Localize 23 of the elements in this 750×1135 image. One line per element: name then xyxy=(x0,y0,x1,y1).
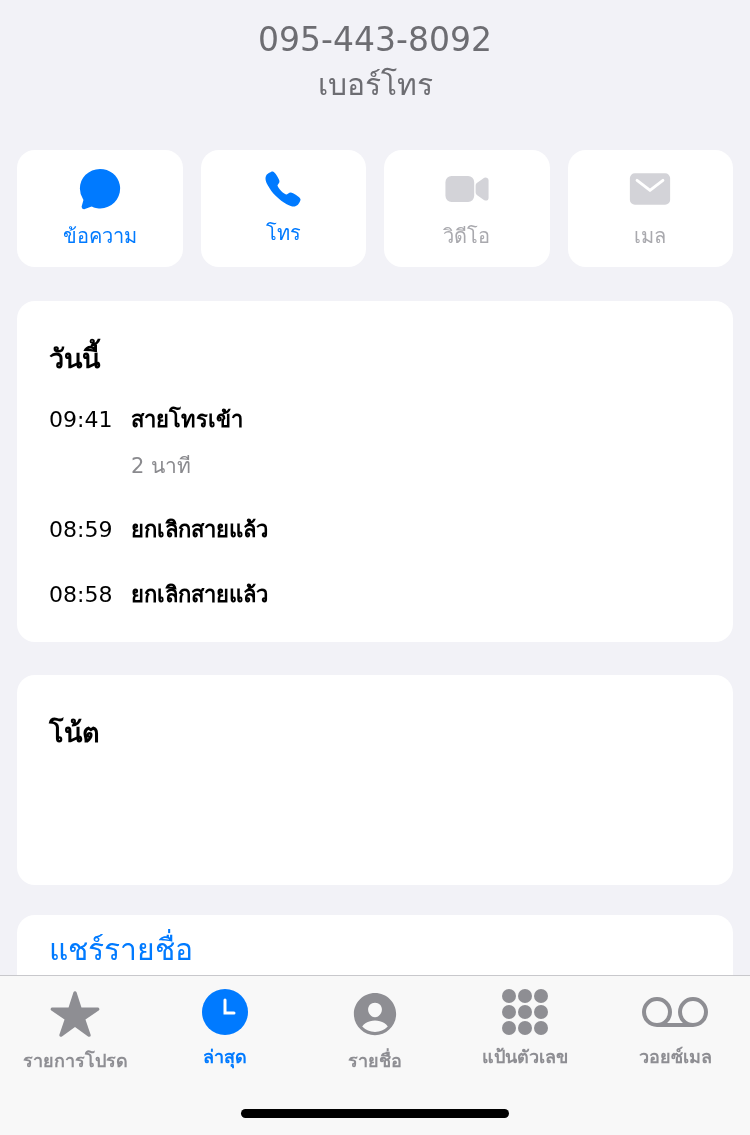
call-time: 08:58 xyxy=(49,582,114,607)
call-type: ยกเลิกสายแล้ว xyxy=(131,516,268,544)
phone-number: 095-443-8092 xyxy=(258,20,492,59)
tab-item[interactable]: รายการโปรด xyxy=(0,988,150,1075)
number-label: เบอร์โทร xyxy=(317,66,433,104)
notes-title: โน้ต xyxy=(49,716,101,750)
clock-icon xyxy=(201,988,249,1036)
call-type: สายโทรเข้า xyxy=(131,405,243,434)
star-icon xyxy=(49,988,101,1040)
call-type: ยกเลิกสายแล้ว xyxy=(131,581,268,609)
action-button[interactable]: โทร xyxy=(200,150,366,267)
keypad-icon xyxy=(501,988,549,1036)
action-button[interactable]: ข้อความ xyxy=(17,150,183,267)
share-contact-link[interactable]: แชร์รายชื่อ xyxy=(49,931,193,969)
tab-item[interactable]: แป้นตัวเลข xyxy=(450,988,600,1071)
tab-item[interactable]: รายชื่อ xyxy=(300,988,450,1075)
call-time: 09:41 xyxy=(49,407,114,432)
notes-card[interactable]: โน้ต xyxy=(17,675,733,885)
tab-item[interactable]: วอยซ์เมล xyxy=(600,988,750,1071)
tab-item[interactable]: ล่าสุด xyxy=(150,988,300,1071)
call-time: 08:59 xyxy=(49,517,114,542)
section-title: วันนี้ xyxy=(49,337,701,380)
call-duration: 2 นาที xyxy=(131,453,193,480)
